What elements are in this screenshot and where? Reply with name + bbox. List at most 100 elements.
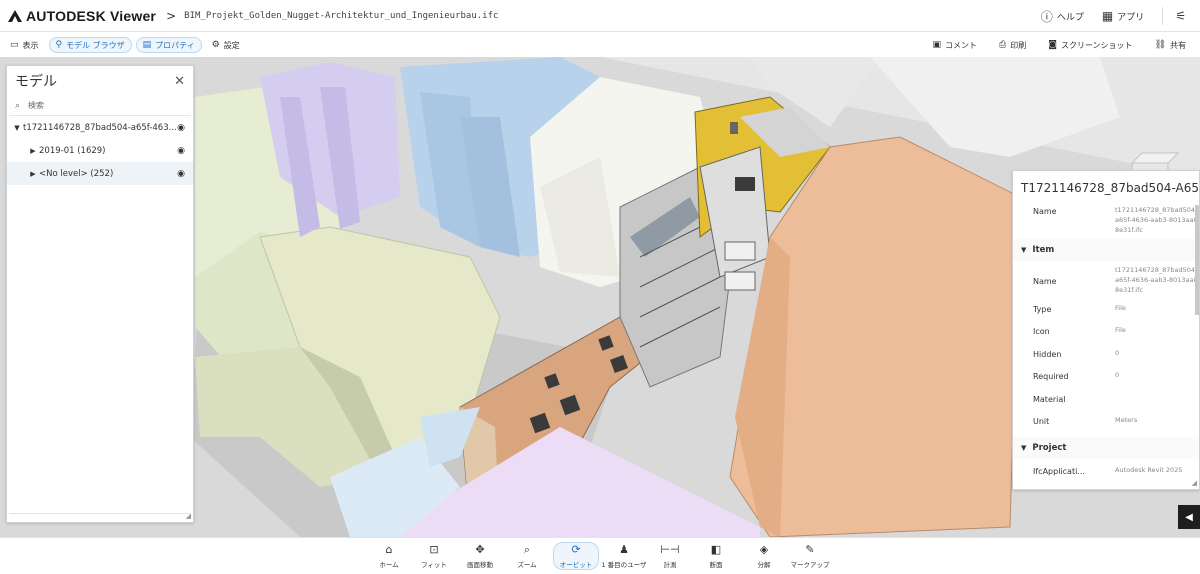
property-value: File	[1115, 326, 1126, 334]
visibility-eye-icon[interactable]: ◉	[177, 146, 185, 156]
screenshot-button[interactable]: ◙ スクリーンショット	[1042, 37, 1138, 53]
property-row: IfcApplicati... Autodesk Revit 2025	[1013, 459, 1199, 483]
help-button[interactable]: ⓘ ヘルプ	[1041, 8, 1084, 25]
property-row: Unit Meters	[1013, 415, 1199, 437]
first-person-label: 1 番目のユーザ	[601, 561, 647, 569]
fit-label: フィット	[421, 561, 447, 569]
property-key: Hidden	[1033, 350, 1062, 359]
print-button[interactable]: ⎙ 印刷	[993, 37, 1032, 53]
tree-root-row[interactable]: ▼ t1721146728_87bad504-a65f-463... ◉	[7, 116, 193, 139]
comment-icon: ▣	[932, 40, 942, 50]
settings-button[interactable]: ⚙ 設定	[206, 37, 246, 53]
explode-label: 分解	[757, 561, 771, 569]
top-bar: AUTODESK Viewer > BIM_Projekt_Golden_Nug…	[0, 0, 1200, 32]
markup-icon: ✎	[805, 543, 815, 556]
property-key: Unit	[1033, 417, 1050, 426]
display-button[interactable]: ▭ 表示	[4, 37, 45, 53]
property-key: IfcApplicati...	[1033, 467, 1085, 476]
section-button[interactable]: ◧ 断面	[693, 542, 739, 570]
resize-handle-icon[interactable]: ◢	[186, 512, 191, 520]
measure-button[interactable]: ⊢⊣ 計測	[647, 542, 693, 570]
property-row: Type File	[1013, 303, 1199, 325]
link-icon: ⛓	[1154, 40, 1166, 50]
user-settings-icon[interactable]: ⚟	[1175, 9, 1186, 23]
visibility-eye-icon[interactable]: ◉	[177, 169, 185, 179]
apps-button[interactable]: ▦ アプリ	[1102, 9, 1144, 23]
caret-right-icon[interactable]: ▶	[27, 170, 39, 178]
secondary-toolbar: ▭ 表示 ⚲ モデル ブラウザ ▤ プロパティ ⚙ 設定 ▣ コメント ⎙ 印刷…	[0, 33, 1200, 57]
properties-button[interactable]: ▤ プロパティ	[135, 37, 202, 53]
explode-button[interactable]: ◈ 分解	[741, 542, 787, 570]
home-button[interactable]: ⌂ ホーム	[366, 542, 412, 570]
camera-icon: ◙	[1048, 40, 1057, 50]
feedback-megaphone-icon[interactable]: ◀	[1178, 505, 1200, 529]
tree-item-level-2019-01[interactable]: ▶ 2019-01 (1629) ◉	[7, 139, 193, 162]
breadcrumb-separator: >	[166, 8, 177, 23]
category-label: Item	[1032, 245, 1055, 255]
vertical-scrollbar[interactable]	[1195, 205, 1199, 315]
model-search-field[interactable]: ⌕ 検索	[9, 96, 191, 116]
resize-handle-icon[interactable]: ◢	[1192, 479, 1197, 487]
screenshot-label: スクリーンショット	[1060, 40, 1133, 50]
visibility-eye-icon[interactable]: ◉	[177, 123, 185, 133]
pan-icon: ✥	[475, 543, 485, 556]
model-browser-icon: ⚲	[55, 40, 63, 50]
pan-label: 画面移動	[467, 561, 493, 569]
comment-button[interactable]: ▣ コメント	[927, 37, 984, 53]
caret-down-icon[interactable]: ▼	[1021, 246, 1026, 254]
zoom-label: ズーム	[517, 561, 537, 569]
apps-label: アプリ	[1117, 12, 1145, 23]
fit-icon: ⊡	[429, 543, 439, 556]
model-browser-button[interactable]: ⚲ モデル ブラウザ	[48, 37, 132, 53]
share-button[interactable]: ⛓ 共有	[1149, 37, 1192, 53]
properties-label: プロパティ	[155, 40, 195, 50]
property-value: Meters	[1115, 416, 1138, 424]
property-key: Material	[1033, 395, 1066, 404]
print-icon: ⎙	[999, 40, 1007, 50]
comment-label: コメント	[945, 40, 978, 50]
orbit-icon: ⟳	[571, 543, 581, 556]
help-icon: ⓘ	[1040, 9, 1053, 24]
caret-down-icon[interactable]: ▼	[1021, 444, 1026, 452]
search-icon: ⌕	[15, 100, 21, 111]
autodesk-logo[interactable]: AUTODESK Viewer	[8, 8, 156, 24]
zoom-button[interactable]: ⌕ ズーム	[504, 542, 550, 570]
tree-item-no-level[interactable]: ▶ <No level> (252) ◉	[7, 162, 193, 185]
share-label: 共有	[1170, 40, 1186, 50]
tree-item-label: 2019-01 (1629)	[39, 145, 106, 156]
markup-label: マークアップ	[790, 561, 830, 569]
top-divider	[1162, 7, 1164, 25]
pan-button[interactable]: ✥ 画面移動	[457, 542, 503, 570]
property-key: Name	[1033, 277, 1057, 286]
caret-down-icon[interactable]: ▼	[11, 124, 23, 132]
property-row: Name t1721146728_87bad504-a65f-4636-aab3…	[1013, 205, 1199, 239]
properties-panel[interactable]: T1721146728_87bad504-A65f... Name t17211…	[1012, 170, 1200, 490]
close-icon[interactable]: ✕	[174, 74, 185, 89]
category-item[interactable]: ▼ Item	[1013, 239, 1199, 261]
horizontal-scrollbar[interactable]	[9, 513, 191, 514]
category-project[interactable]: ▼ Project	[1013, 437, 1199, 459]
first-person-button[interactable]: ♟ 1 番目のユーザ	[601, 542, 647, 570]
orbit-button[interactable]: ⟳ オービット	[553, 542, 599, 570]
property-value: Autodesk Revit 2025	[1115, 466, 1183, 474]
properties-title: T1721146728_87bad504-A65f...	[1021, 181, 1199, 195]
display-label: 表示	[22, 40, 39, 50]
property-row: Required 0	[1013, 370, 1199, 393]
property-value: 0	[1115, 349, 1120, 357]
property-value: t1721146728_87bad504-a65f-4636-aab3-8013…	[1115, 266, 1198, 294]
model-browser-label: モデル ブラウザ	[66, 40, 125, 50]
category-label: Project	[1032, 443, 1067, 453]
property-key: Name	[1033, 207, 1057, 216]
markup-button[interactable]: ✎ マークアップ	[787, 542, 833, 570]
property-row: Material	[1013, 393, 1199, 415]
property-row: Name t1721146728_87bad504-a65f-4636-aab3…	[1013, 261, 1199, 303]
property-value: File	[1115, 304, 1126, 312]
zoom-icon: ⌕	[523, 543, 531, 556]
print-label: 印刷	[1010, 40, 1027, 50]
property-row: Icon File	[1013, 325, 1199, 348]
file-name: BIM_Projekt_Golden_Nugget-Architektur_un…	[184, 10, 499, 21]
fit-button[interactable]: ⊡ フィット	[411, 542, 457, 570]
model-browser-panel[interactable]: モデル ✕ ⌕ 検索 ▼ t1721146728_87bad504-a65f-4…	[6, 65, 194, 523]
property-key: Required	[1033, 372, 1069, 381]
caret-right-icon[interactable]: ▶	[27, 147, 39, 155]
